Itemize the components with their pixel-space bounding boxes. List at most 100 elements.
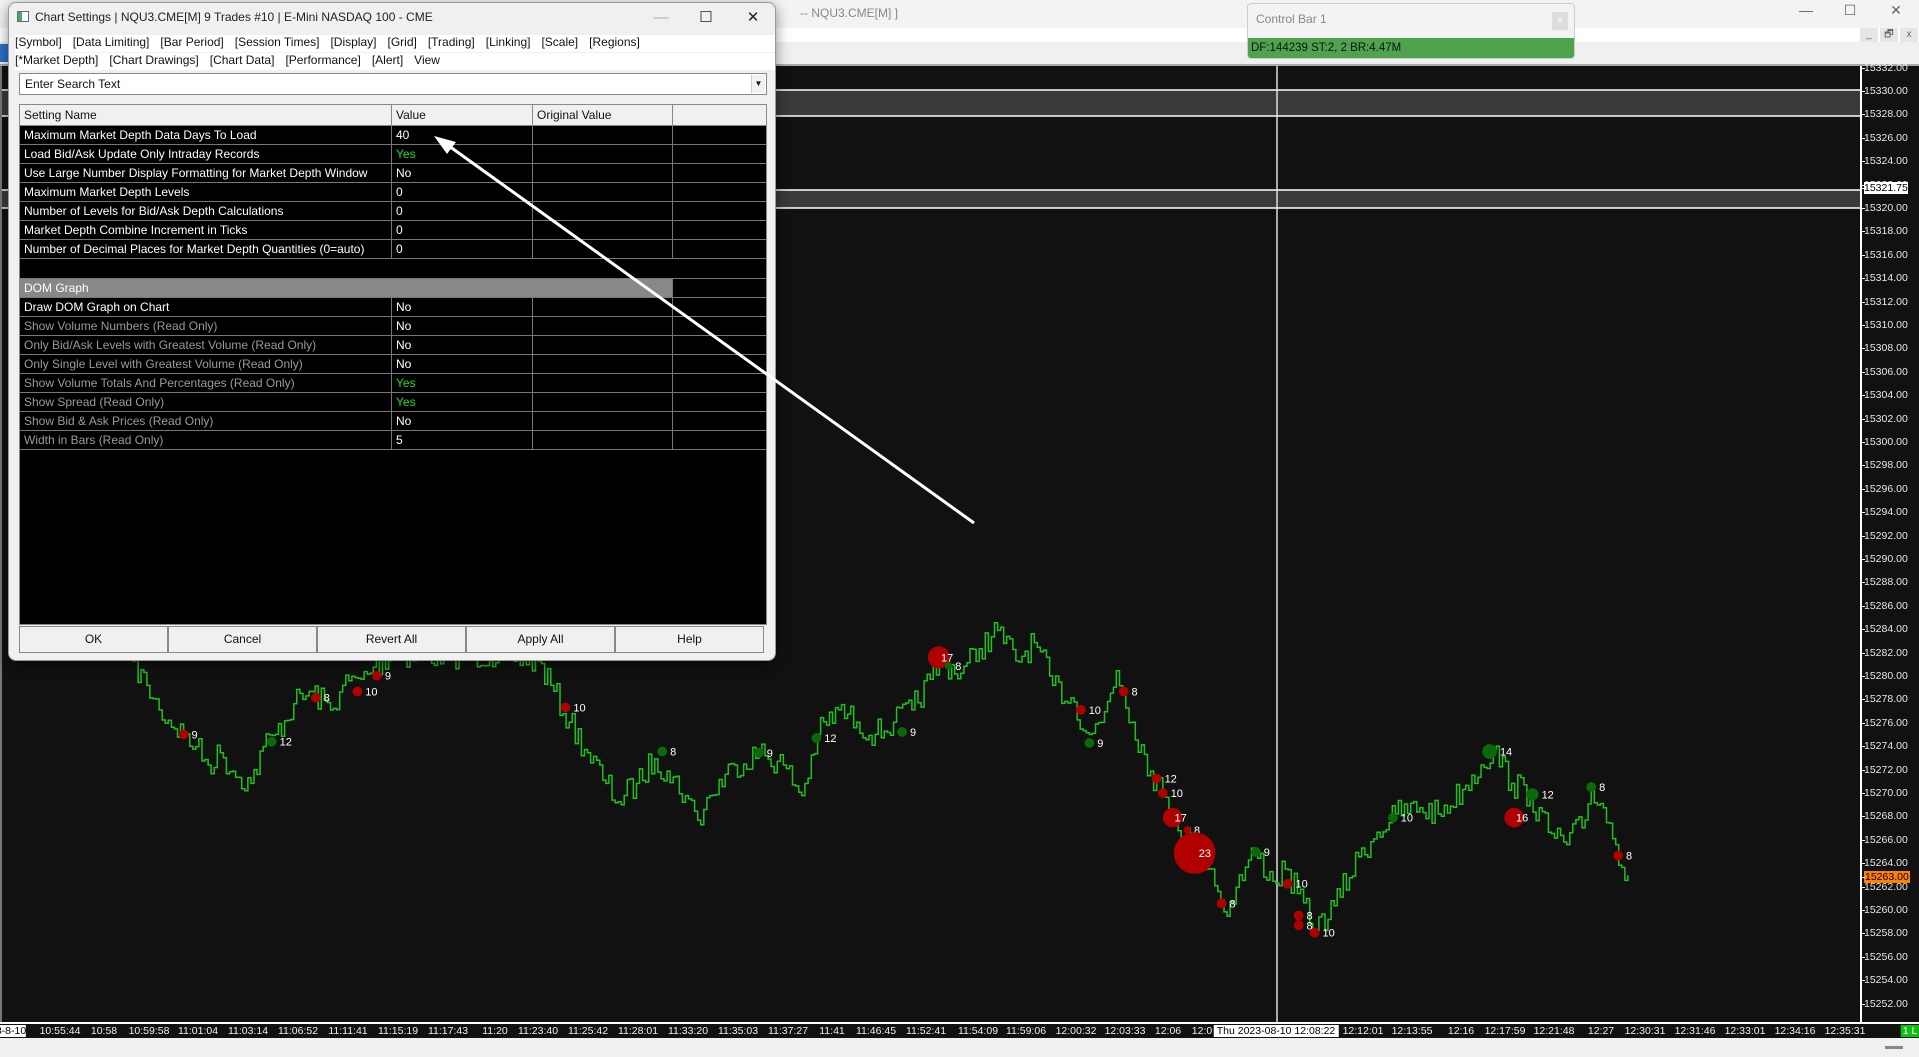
time-label: 12:33:01 <box>1724 1025 1766 1037</box>
setting-value[interactable]: No <box>392 317 533 335</box>
time-label: 11:20 <box>482 1025 508 1037</box>
setting-value[interactable]: 0 <box>392 240 533 258</box>
setting-value[interactable]: No <box>392 412 533 430</box>
price-tick: 15318.00 <box>1861 225 1908 238</box>
control-bar-close-button[interactable]: x <box>1552 12 1568 30</box>
setting-row[interactable]: Maximum Market Depth Levels 0 <box>20 183 766 202</box>
price-tick: 15278.00 <box>1861 693 1908 706</box>
revert-all-button[interactable]: Revert All <box>317 626 466 653</box>
menu-item[interactable]: [Grid] <box>387 35 416 52</box>
group-row-dom-graph[interactable]: DOM Graph <box>20 279 766 298</box>
price-tick: 15306.00 <box>1861 365 1908 378</box>
setting-row[interactable]: Number of Decimal Places for Market Dept… <box>20 240 766 259</box>
menu-item[interactable]: [Session Times] <box>235 35 320 52</box>
setting-row[interactable]: Draw DOM Graph on Chart No <box>20 298 766 317</box>
volume-label: 10 <box>1296 879 1308 891</box>
setting-value[interactable]: Yes <box>392 145 533 163</box>
setting-row[interactable]: Market Depth Combine Increment in Ticks 0 <box>20 221 766 240</box>
volume-label: 9 <box>191 729 197 741</box>
setting-value[interactable]: 40 <box>392 126 533 144</box>
price-tick: 15256.00 <box>1861 950 1908 963</box>
price-axis[interactable]: 15332.00 15330.00 15328.00 15326.00 15324.00… <box>1860 62 1919 1023</box>
setting-value[interactable]: 0 <box>392 221 533 239</box>
original-value <box>533 183 673 201</box>
time-label: 11:15:19 <box>377 1025 419 1037</box>
ok-button[interactable]: OK <box>19 626 168 653</box>
original-value <box>533 317 673 335</box>
time-label: 12:34:16 <box>1774 1025 1816 1037</box>
time-axis[interactable]: 3-8-10 10:55:44 10:58 10:59:58 11:01:04 11:03… <box>0 1022 1919 1038</box>
column-value[interactable]: Value <box>392 105 533 125</box>
menu-item[interactable]: [Linking] <box>486 35 531 52</box>
setting-row[interactable]: Width in Bars (Read Only) 5 <box>20 431 766 450</box>
setting-name: Number of Decimal Places for Market Dept… <box>20 240 392 258</box>
settings-table: Setting Name Value Original Value Maximu… <box>19 104 767 625</box>
extra-cell <box>673 240 766 258</box>
dialog-minimize-button[interactable]: — <box>641 5 681 31</box>
menu-item[interactable]: [Symbol] <box>15 35 62 52</box>
time-label: 11:23:40 <box>517 1025 559 1037</box>
setting-row[interactable]: Show Volume Numbers (Read Only) No <box>20 317 766 336</box>
last-price-label: 15263.00 <box>1861 870 1910 883</box>
setting-value[interactable]: 0 <box>392 183 533 201</box>
setting-row[interactable]: Show Volume Totals And Percentages (Read… <box>20 374 766 393</box>
menu-item[interactable]: [Display] <box>330 35 376 52</box>
column-setting-name[interactable]: Setting Name <box>20 105 392 125</box>
setting-row[interactable]: Only Single Level with Greatest Volume (… <box>20 355 766 374</box>
setting-row[interactable]: Only Bid/Ask Levels with Greatest Volume… <box>20 336 766 355</box>
menu-item[interactable]: View <box>414 53 440 70</box>
cancel-button[interactable]: Cancel <box>168 626 317 653</box>
menu-item[interactable]: [Performance] <box>285 53 360 70</box>
volume-marker <box>944 662 953 670</box>
column-original-value[interactable]: Original Value <box>533 105 673 125</box>
menu-item[interactable]: [Chart Data] <box>210 53 275 70</box>
extra-cell <box>673 298 766 316</box>
volume-marker <box>657 746 668 757</box>
setting-row[interactable]: Show Spread (Read Only) Yes <box>20 393 766 412</box>
dialog-close-button[interactable]: ✕ <box>733 5 773 31</box>
volume-label: 12 <box>280 737 292 749</box>
setting-row[interactable]: Number of Levels for Bid/Ask Depth Calcu… <box>20 202 766 221</box>
time-label: 12:35:31 <box>1824 1025 1866 1037</box>
menu-item[interactable]: [Data Limiting] <box>73 35 150 52</box>
dialog-maximize-button[interactable]: ☐ <box>686 5 726 31</box>
control-bar-status: DF:144239 ST:2, 2 BR:4.47M <box>1248 38 1574 58</box>
dialog-title-text: Chart Settings | NQU3.CME[M] 9 Trades #1… <box>35 10 433 24</box>
menu-item[interactable]: [Alert] <box>372 53 403 70</box>
chevron-down-icon[interactable]: ▼ <box>751 75 765 93</box>
help-button[interactable]: Help <box>615 626 764 653</box>
menu-item[interactable]: [Scale] <box>541 35 578 52</box>
setting-value[interactable]: No <box>392 298 533 316</box>
search-input[interactable]: Enter Search Text ▼ <box>19 73 767 95</box>
original-value <box>533 298 673 316</box>
original-value <box>533 412 673 430</box>
setting-name: Maximum Market Depth Levels <box>20 183 392 201</box>
price-tick: 15320.00 <box>1861 202 1908 214</box>
menu-item[interactable]: [Chart Drawings] <box>109 53 198 70</box>
setting-value[interactable]: Yes <box>392 393 533 411</box>
menu-item[interactable]: [*Market Depth] <box>15 53 98 70</box>
volume-label: 8 <box>1229 898 1235 910</box>
price-tick: 15284.00 <box>1861 623 1908 636</box>
menu-item[interactable]: [Bar Period] <box>160 35 223 52</box>
setting-value[interactable]: 5 <box>392 431 533 449</box>
menu-item[interactable]: [Trading] <box>428 35 475 52</box>
setting-value[interactable]: Yes <box>392 374 533 392</box>
setting-value[interactable]: No <box>392 164 533 182</box>
price-tick: 15332.00 <box>1861 61 1908 74</box>
setting-value[interactable]: No <box>392 355 533 373</box>
setting-row[interactable]: Load Bid/Ask Update Only Intraday Record… <box>20 145 766 164</box>
volume-marker <box>352 686 363 697</box>
setting-value[interactable]: No <box>392 336 533 354</box>
apply-all-button[interactable]: Apply All <box>466 626 615 653</box>
time-label: 11:59:06 <box>1005 1025 1047 1037</box>
original-value <box>533 202 673 220</box>
setting-value[interactable]: 0 <box>392 202 533 220</box>
setting-row[interactable]: Use Large Number Display Formatting for … <box>20 164 766 183</box>
menu-item[interactable]: [Regions] <box>589 35 640 52</box>
setting-row[interactable]: Show Bid & Ask Prices (Read Only) No <box>20 412 766 431</box>
time-label: 10:58 <box>90 1025 118 1037</box>
dialog-title: Chart Settings | NQU3.CME[M] 9 Trades #1… <box>17 10 433 24</box>
price-tick: 15298.00 <box>1861 459 1908 472</box>
setting-row[interactable]: Maximum Market Depth Data Days To Load 40 <box>20 126 766 145</box>
